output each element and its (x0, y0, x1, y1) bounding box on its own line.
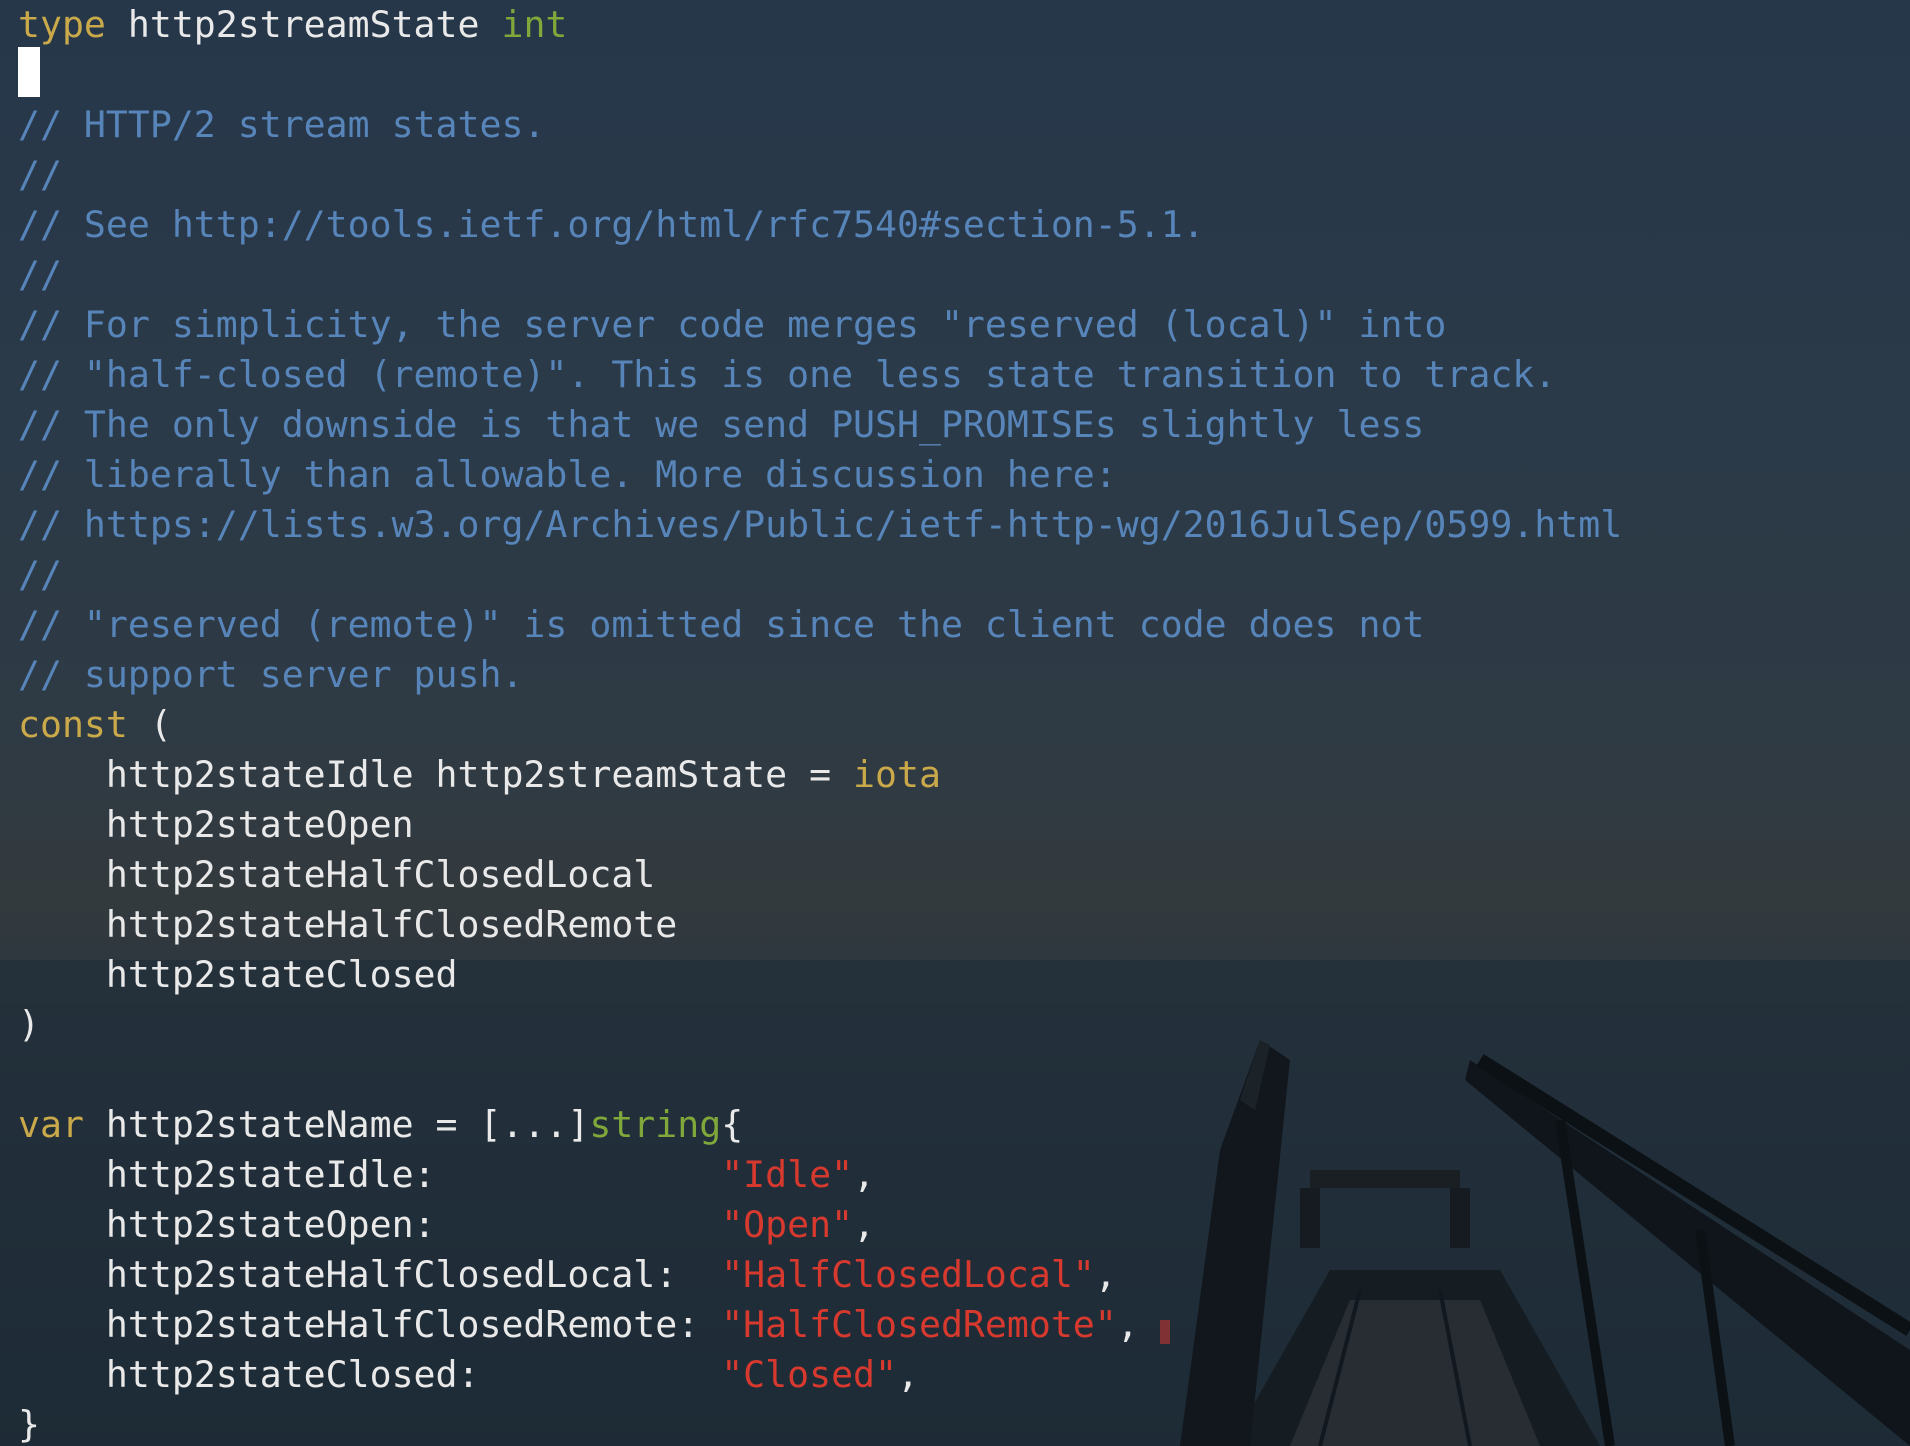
code-line: http2stateHalfClosedRemote (18, 900, 677, 950)
code-line: http2stateHalfClosedLocal (18, 850, 655, 900)
code-token: ( (127, 703, 172, 746)
code-token: // (18, 253, 62, 296)
code-line: ) (18, 1000, 40, 1050)
code-token: http2stateIdle: (18, 1153, 722, 1196)
code-line: http2stateClosed: "Closed", (18, 1350, 919, 1400)
code-token: http2stateHalfClosedLocal: (18, 1253, 722, 1296)
code-token: const (18, 703, 128, 746)
code-token: http2stateClosed (18, 953, 458, 996)
code-line: http2stateHalfClosedRemote: "HalfClosedR… (18, 1300, 1139, 1350)
code-token: // https://lists.w3.org/Archives/Public/… (18, 503, 1623, 546)
code-token: // liberally than allowable. More discus… (18, 453, 1117, 496)
code-token: { (721, 1103, 744, 1146)
code-token: http2stateClosed: (18, 1353, 722, 1396)
code-line: http2stateOpen: "Open", (18, 1200, 875, 1250)
code-line: // https://lists.w3.org/Archives/Public/… (18, 500, 1622, 550)
code-token: http2stateHalfClosedLocal (18, 853, 656, 896)
code-token: http2stateName = [...] (83, 1103, 590, 1146)
code-line: // HTTP/2 stream states. (18, 100, 545, 150)
code-token: type (18, 3, 106, 46)
code-token: // For simplicity, the server code merge… (18, 303, 1447, 346)
code-token: var (18, 1103, 84, 1146)
code-token: string (589, 1103, 722, 1146)
code-token: , (1116, 1303, 1139, 1346)
code-line: var http2stateName = [...]string{ (18, 1100, 743, 1150)
code-editor[interactable]: type http2streamState int // HTTP/2 strea… (18, 0, 1898, 1446)
code-token: // support server push. (18, 653, 524, 696)
code-token: "HalfClosedRemote" (721, 1303, 1117, 1346)
code-token: // The only downside is that we send PUS… (18, 403, 1425, 446)
code-token: // (18, 153, 62, 196)
code-line: const ( (18, 700, 172, 750)
code-line: http2stateIdle: "Idle", (18, 1150, 875, 1200)
code-token: http2streamState (105, 3, 502, 46)
code-line: // (18, 550, 62, 600)
code-line: http2stateOpen (18, 800, 414, 850)
code-line: // (18, 150, 62, 200)
code-line: type http2streamState int (18, 0, 567, 50)
code-line: http2stateClosed (18, 950, 458, 1000)
code-line: // support server push. (18, 650, 523, 700)
text-cursor (18, 47, 40, 97)
code-line: // liberally than allowable. More discus… (18, 450, 1117, 500)
code-line: // For simplicity, the server code merge… (18, 300, 1446, 350)
code-token: http2stateHalfClosedRemote: (18, 1303, 722, 1346)
code-token: , (1094, 1253, 1117, 1296)
code-token: http2stateIdle http2streamState = (18, 753, 854, 796)
code-token: } (18, 1403, 40, 1446)
code-line: // "reserved (remote)" is omitted since … (18, 600, 1424, 650)
code-token: "HalfClosedLocal" (721, 1253, 1095, 1296)
code-line: // "half-closed (remote)". This is one l… (18, 350, 1556, 400)
code-token: // See http://tools.ietf.org/html/rfc754… (18, 203, 1205, 246)
code-token: iota (853, 753, 941, 796)
code-token: http2stateOpen (18, 803, 414, 846)
code-token: // (18, 553, 62, 596)
code-token: // HTTP/2 stream states. (18, 103, 546, 146)
code-line: // See http://tools.ietf.org/html/rfc754… (18, 200, 1205, 250)
code-token: ) (18, 1003, 40, 1046)
code-token: int (501, 3, 568, 46)
code-token: // "reserved (remote)" is omitted since … (18, 603, 1425, 646)
code-token: "Closed" (721, 1353, 898, 1396)
code-token: "Idle" (721, 1153, 854, 1196)
code-token: , (853, 1153, 876, 1196)
code-line: http2stateHalfClosedLocal: "HalfClosedLo… (18, 1250, 1117, 1300)
code-line: // (18, 250, 62, 300)
code-line: http2stateIdle http2streamState = iota (18, 750, 941, 800)
code-token: "Open" (721, 1203, 854, 1246)
code-token: , (853, 1203, 876, 1246)
code-line: } (18, 1400, 40, 1446)
code-token: // "half-closed (remote)". This is one l… (18, 353, 1557, 396)
code-token: http2stateOpen: (18, 1203, 722, 1246)
code-line: // The only downside is that we send PUS… (18, 400, 1424, 450)
code-token: , (897, 1353, 919, 1396)
code-token: http2stateHalfClosedRemote (18, 903, 678, 946)
